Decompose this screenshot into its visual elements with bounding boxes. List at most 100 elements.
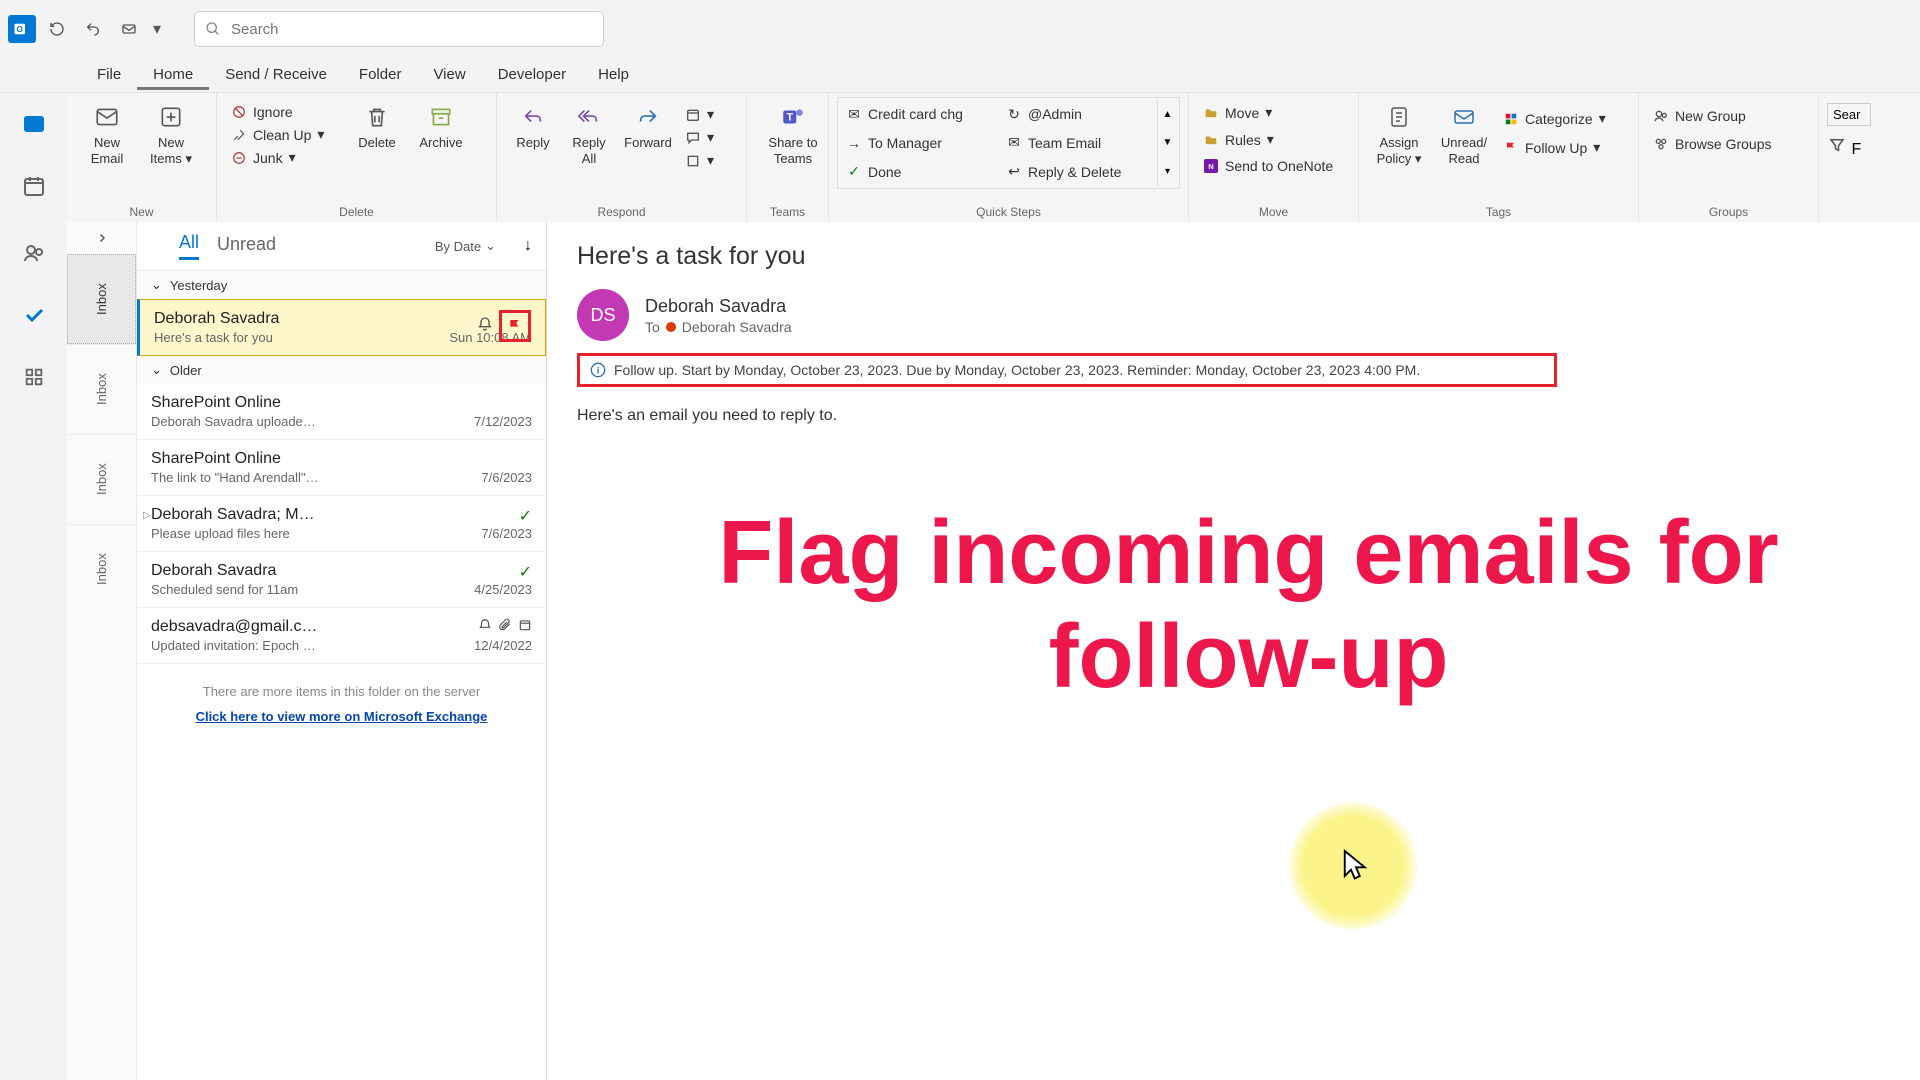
message-item[interactable]: SharePoint Online The link to "Hand Aren… [137, 440, 546, 496]
new-items-label: New Items [150, 135, 184, 166]
completed-check-icon: ✓ [519, 562, 532, 582]
nav-people-icon[interactable] [0, 222, 67, 284]
filter-unread[interactable]: Unread [217, 234, 276, 259]
sort-by-date[interactable]: By Date ⌄ [435, 238, 496, 254]
reminder-bell-icon [477, 316, 493, 337]
message-item[interactable]: ▷ Deborah Savadra; M… Please upload file… [137, 496, 546, 552]
archive-button[interactable]: Archive [409, 97, 473, 169]
svg-text:T: T [786, 111, 793, 123]
delete-button[interactable]: Delete [345, 97, 409, 169]
more-items-text: There are more items in this folder on t… [147, 684, 536, 699]
forward-button[interactable]: Forward [617, 97, 679, 178]
chevron-down-icon: ⌄ [151, 362, 162, 378]
view-more-link[interactable]: Click here to view more on Microsoft Exc… [147, 709, 536, 724]
tab-folder[interactable]: Folder [343, 62, 418, 87]
tab-view[interactable]: View [417, 62, 481, 87]
move-button[interactable]: Move ▾ [1197, 101, 1350, 124]
chevron-down-icon: ⌄ [485, 238, 496, 254]
avatar: DS [577, 289, 629, 341]
qs-reply-delete[interactable]: ↩Reply & Delete [1000, 161, 1150, 183]
folder-inbox-tab-2[interactable]: Inbox [67, 344, 136, 434]
nav-calendar-icon[interactable] [0, 155, 67, 217]
nav-todo-icon[interactable] [0, 284, 67, 346]
folder-inbox-tab[interactable]: Inbox [67, 254, 136, 344]
qs-done[interactable]: ✓Done [840, 161, 1000, 183]
reply-all-button[interactable]: Reply All [561, 97, 617, 178]
info-icon: i [590, 362, 606, 378]
qs-more-icon[interactable]: ▾ [1165, 166, 1170, 177]
reading-to: Deborah Savadra [682, 319, 792, 335]
categorize-button[interactable]: Categorize ▾ [1497, 107, 1612, 130]
group-older[interactable]: ⌄Older [137, 356, 546, 384]
new-group-button[interactable]: New Group [1647, 105, 1810, 127]
search-people-input[interactable]: Sear [1827, 103, 1871, 126]
filter-all[interactable]: All [179, 232, 199, 260]
reply-button[interactable]: Reply [505, 97, 561, 178]
chevron-down-icon: ⌄ [151, 277, 162, 293]
browse-groups-button[interactable]: Browse Groups [1647, 133, 1810, 155]
calendar-icon [518, 618, 532, 637]
followup-infobar: i Follow up. Start by Monday, October 23… [577, 353, 1557, 387]
new-items-button[interactable]: New Items ▾ [139, 97, 203, 166]
send-receive-icon[interactable] [114, 14, 144, 44]
im-button[interactable]: ▾ [679, 126, 720, 149]
unread-read-button[interactable]: Unread/ Read [1431, 97, 1497, 166]
onenote-button[interactable]: NSend to OneNote [1197, 155, 1350, 177]
group-yesterday[interactable]: ⌄Yesterday [137, 271, 546, 299]
completed-check-icon: ✓ [519, 506, 532, 526]
message-date: 12/4/2022 [474, 638, 532, 653]
tab-home[interactable]: Home [137, 62, 209, 90]
qs-up-icon[interactable]: ▲ [1163, 109, 1173, 120]
new-email-button[interactable]: New Email [75, 97, 139, 166]
message-item[interactable]: Deborah Savadra Here's a task for you Su… [137, 299, 546, 356]
reading-body: Here's an email you need to reply to. [577, 407, 1890, 425]
folder-inbox-tab-3[interactable]: Inbox [67, 434, 136, 524]
search-input[interactable] [194, 11, 604, 47]
tab-send-receive[interactable]: Send / Receive [209, 62, 343, 87]
expand-folder-pane-icon[interactable] [67, 222, 136, 254]
more-respond-button[interactable]: ▾ [679, 149, 720, 172]
group-teams-caption: Teams [747, 205, 828, 219]
followup-button[interactable]: Follow Up ▾ [1497, 136, 1612, 159]
junk-button[interactable]: Junk ▾ [225, 146, 345, 169]
group-move-caption: Move [1189, 205, 1358, 219]
new-email-label: New Email [83, 135, 131, 166]
message-date: 4/25/2023 [474, 582, 532, 597]
nav-mail-icon[interactable] [0, 93, 67, 155]
qs-team-email[interactable]: ✉Team Email [1000, 132, 1150, 154]
share-teams-button[interactable]: TShare to Teams [755, 97, 831, 166]
nav-more-apps-icon[interactable] [0, 346, 67, 408]
thread-expand-icon[interactable]: ▷ [143, 510, 151, 521]
group-groups-caption: Groups [1639, 205, 1818, 219]
presence-dot-icon [666, 322, 676, 332]
tab-developer[interactable]: Developer [482, 62, 582, 87]
reminder-bell-icon [478, 618, 492, 637]
message-item[interactable]: debsavadra@gmail.c… Updated invitation: … [137, 608, 546, 664]
tab-file[interactable]: File [81, 62, 137, 87]
ignore-button[interactable]: Ignore [225, 101, 345, 123]
qs-credit-card[interactable]: ✉Credit card chg [840, 103, 1000, 125]
qs-down-icon[interactable]: ▼ [1163, 137, 1173, 148]
message-item[interactable]: SharePoint Online Deborah Savadra upload… [137, 384, 546, 440]
group-respond-caption: Respond [497, 205, 746, 219]
group-new-caption: New [67, 205, 216, 219]
reading-from: Deborah Savadra [645, 296, 792, 317]
assign-policy-button[interactable]: Assign Policy ▾ [1367, 97, 1431, 166]
folder-inbox-tab-4[interactable]: Inbox [67, 524, 136, 614]
tab-help[interactable]: Help [582, 62, 645, 87]
flag-icon[interactable] [499, 310, 531, 342]
refresh-icon[interactable] [42, 14, 72, 44]
qat-customize-dropdown[interactable]: ▾ [150, 19, 164, 39]
sort-direction-icon[interactable]: ↓ [524, 237, 532, 255]
rules-button[interactable]: Rules ▾ [1197, 128, 1350, 151]
message-from: SharePoint Online [151, 394, 532, 412]
message-date: 7/6/2023 [481, 526, 532, 541]
meeting-button[interactable]: ▾ [679, 103, 720, 126]
undo-icon[interactable] [78, 14, 108, 44]
message-item[interactable]: Deborah Savadra Scheduled send for 11am … [137, 552, 546, 608]
reading-subject: Here's a task for you [577, 242, 1890, 271]
cleanup-button[interactable]: Clean Up ▾ [225, 123, 345, 146]
filter-email-icon[interactable]: F [1827, 136, 1871, 159]
qs-admin[interactable]: ↻@Admin [1000, 103, 1150, 125]
qs-to-manager[interactable]: →To Manager [840, 132, 1000, 154]
